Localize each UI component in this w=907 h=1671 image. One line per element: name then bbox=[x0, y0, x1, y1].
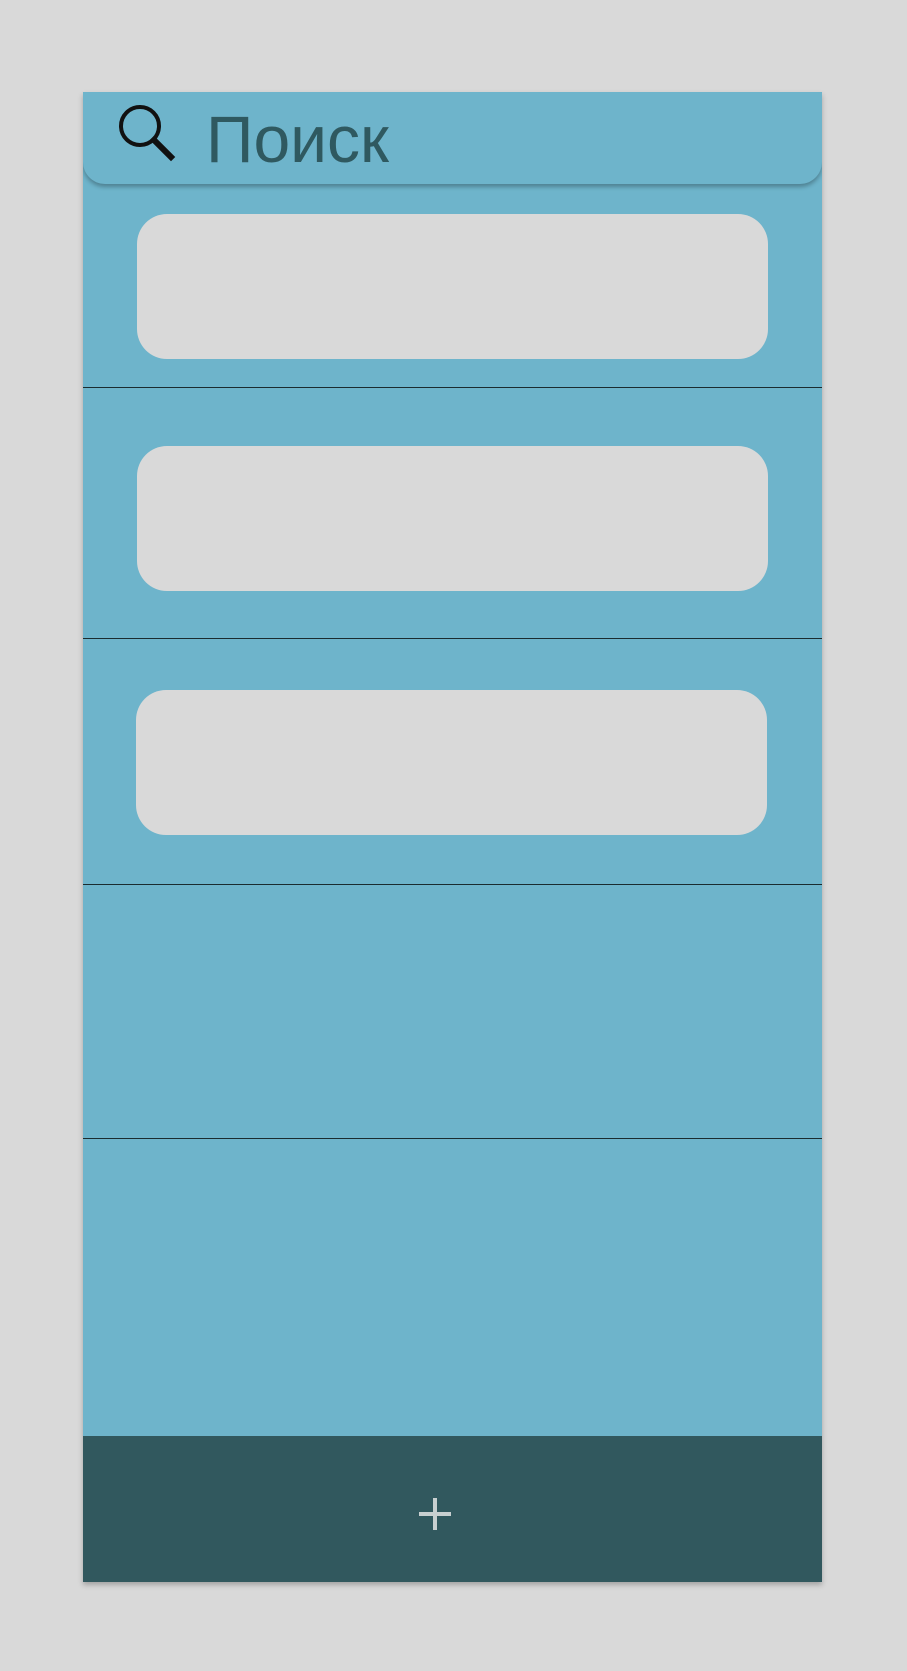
plus-icon bbox=[419, 1498, 451, 1530]
list-item-card[interactable] bbox=[136, 690, 767, 835]
list-item-card[interactable] bbox=[137, 446, 768, 591]
list-item bbox=[83, 639, 822, 883]
search-icon bbox=[119, 105, 176, 162]
search-bar[interactable]: Поиск bbox=[83, 92, 822, 184]
list-item[interactable] bbox=[83, 885, 822, 1137]
bottom-bar bbox=[83, 1436, 822, 1582]
app-panel: Поиск bbox=[83, 92, 822, 1582]
search-input-placeholder[interactable]: Поиск bbox=[206, 102, 389, 176]
add-button[interactable] bbox=[403, 1482, 467, 1546]
list-item bbox=[83, 388, 822, 638]
list-item-card[interactable] bbox=[137, 214, 768, 359]
list-item[interactable] bbox=[83, 1139, 822, 1436]
